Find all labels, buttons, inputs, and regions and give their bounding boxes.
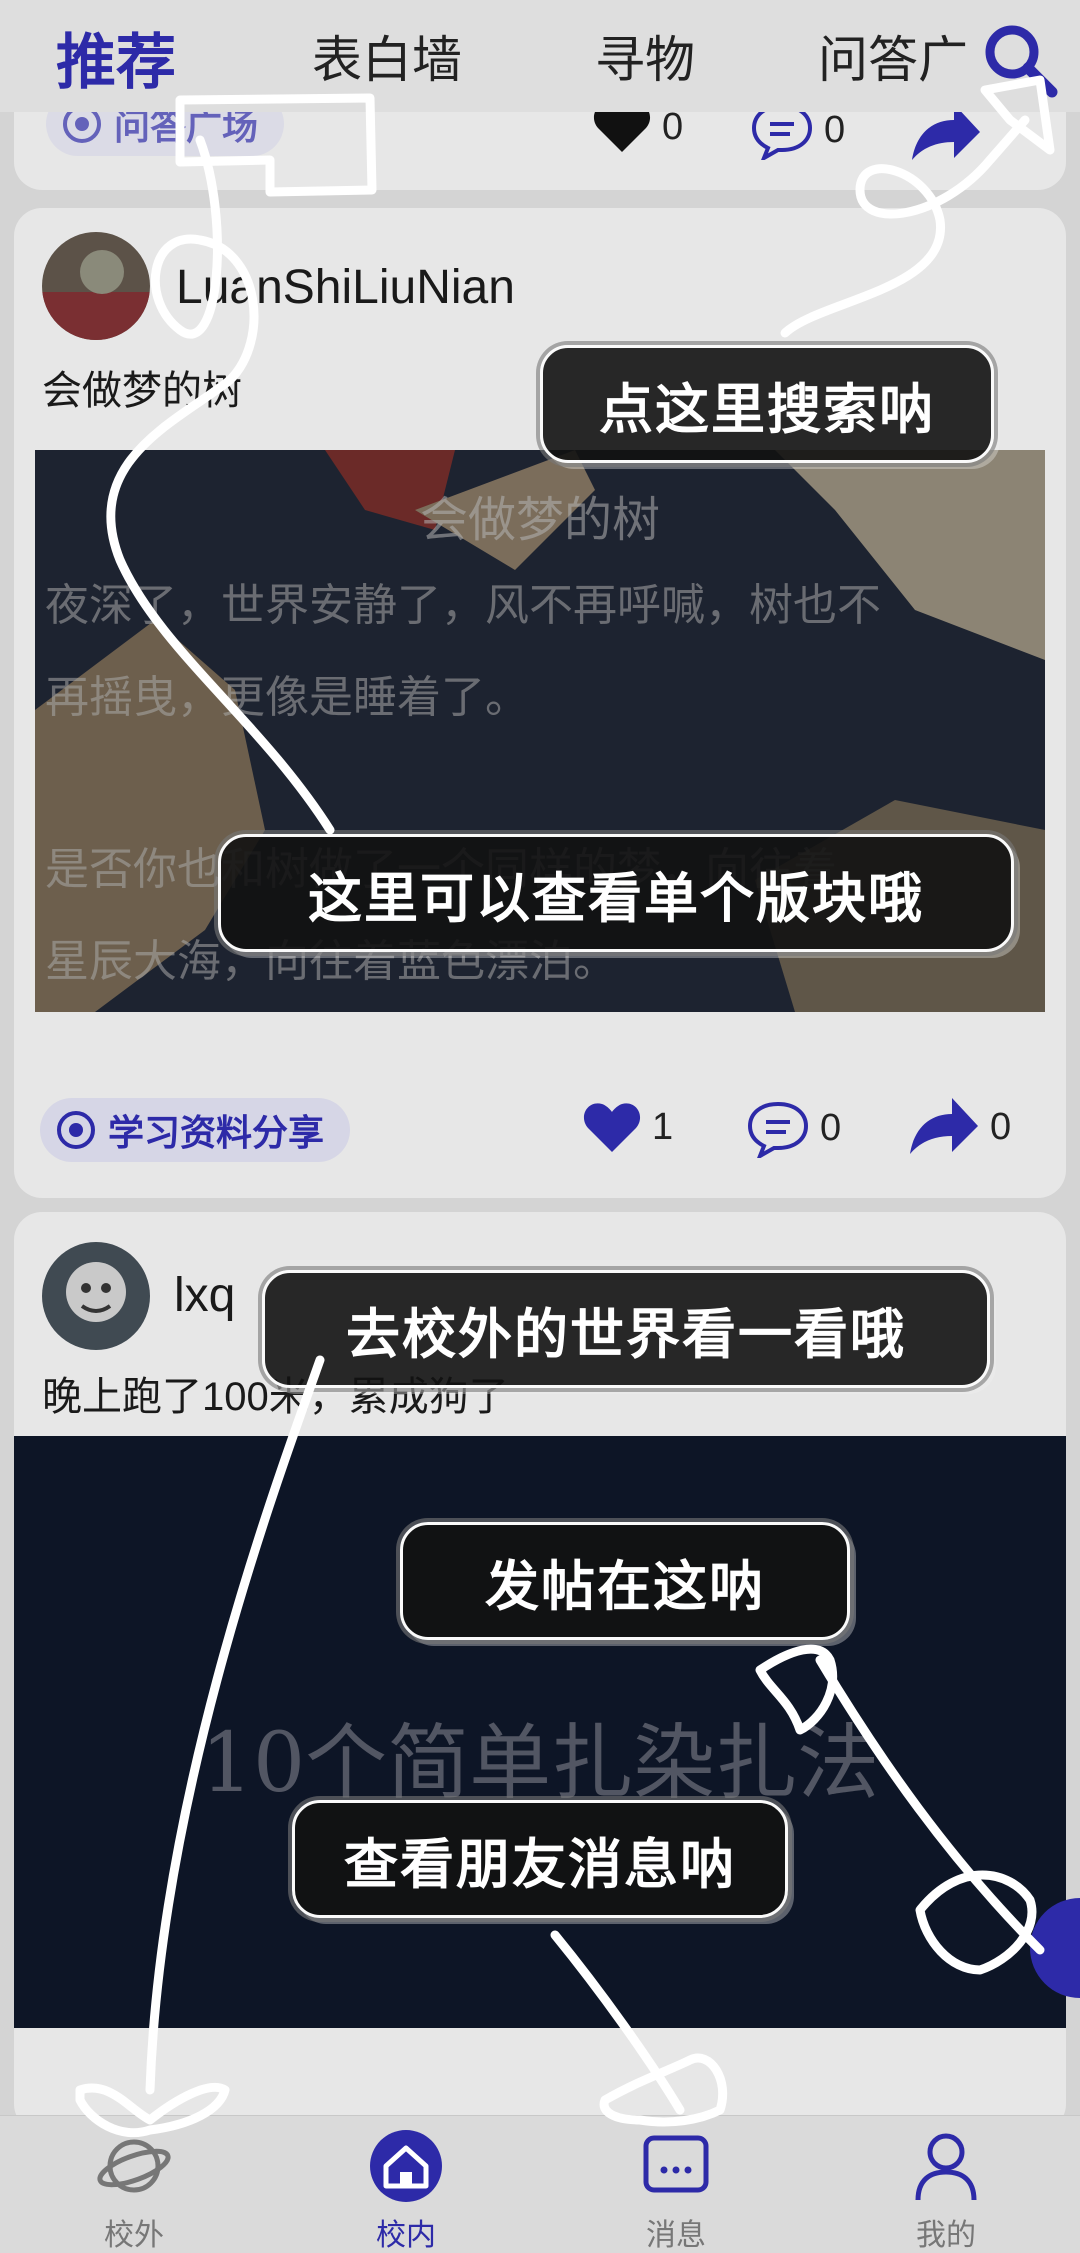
tab-lost-found[interactable]: 寻物 <box>595 20 695 92</box>
nav-messages-label: 消息 <box>646 2219 706 2252</box>
nav-campus[interactable]: 校内 <box>306 2126 506 2253</box>
nav-outside-label: 校外 <box>104 2219 164 2252</box>
nav-outside[interactable]: 校外 <box>34 2126 234 2253</box>
image-text-line: 夜深了，世界安静了，风不再呼喊，树也不 <box>45 581 881 630</box>
heart-icon <box>583 1103 641 1152</box>
image-title: 10个简单扎染扎法 <box>200 1716 880 1811</box>
image-text-line <box>45 744 1035 824</box>
outside-hint-bubble: 去校外的世界看一看哦 <box>262 1270 990 1388</box>
post-hint-bubble: 发帖在这呐 <box>400 1522 850 1640</box>
image-text-line: 再摇曳，更像是睡着了。 <box>45 673 529 722</box>
share-icon <box>910 1098 978 1154</box>
message-hint-bubble: 查看朋友消息呐 <box>292 1800 788 1918</box>
username[interactable]: LuanShiLiuNian <box>176 260 515 315</box>
avatar[interactable] <box>42 232 150 340</box>
tab-confession-wall[interactable]: 表白墙 <box>312 20 462 92</box>
bottom-navigation: 校外 校内 消息 我的 <box>0 2115 1080 2253</box>
tab-qa-square[interactable]: 问答广 <box>818 20 968 92</box>
top-tab-bar: 推荐 表白墙 寻物 问答广 <box>0 0 1080 112</box>
home-icon <box>370 2130 442 2202</box>
comment-button[interactable]: 0 <box>746 1098 841 1158</box>
nav-profile[interactable]: 我的 <box>846 2126 1046 2253</box>
screen: 推荐 表白墙 寻物 问答广 问答广场 0 0 LuanShiLiuNian 会做… <box>0 0 1080 2253</box>
search-hint-bubble: 点这里搜索呐 <box>540 345 994 463</box>
comment-count: 0 <box>820 1106 842 1149</box>
like-button[interactable]: 1 <box>582 1100 673 1154</box>
search-icon <box>985 25 1058 98</box>
section-hint-bubble: 这里可以查看单个版块哦 <box>218 834 1014 952</box>
post-text: 会做梦的树 <box>42 369 242 413</box>
nav-profile-label: 我的 <box>916 2219 976 2252</box>
comment-count: 0 <box>824 108 846 151</box>
section-tag-label: 学习资料分享 <box>108 1112 325 1153</box>
like-count: 1 <box>652 1105 674 1148</box>
section-tag[interactable]: 学习资料分享 <box>40 1098 351 1162</box>
username[interactable]: lxq <box>174 1268 235 1323</box>
planet-icon <box>97 2139 171 2193</box>
avatar[interactable] <box>42 1242 150 1350</box>
image-title: 会做梦的树 <box>419 492 660 548</box>
target-icon <box>57 1111 95 1149</box>
search-button[interactable] <box>978 20 1068 100</box>
share-count: 0 <box>990 1105 1012 1148</box>
comment-icon <box>747 1101 809 1158</box>
tab-recommend[interactable]: 推荐 <box>56 14 176 101</box>
share-button[interactable]: 0 <box>904 1094 1011 1160</box>
nav-messages[interactable]: 消息 <box>576 2126 776 2253</box>
message-icon <box>643 2135 709 2193</box>
person-icon <box>915 2133 977 2201</box>
nav-campus-label: 校内 <box>376 2219 436 2252</box>
